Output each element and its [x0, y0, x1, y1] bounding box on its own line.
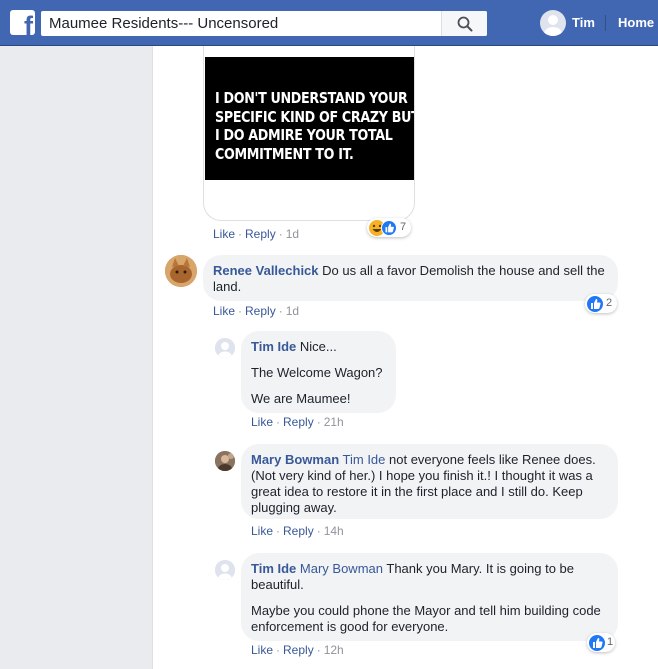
reply-link[interactable]: Reply	[283, 415, 314, 429]
separator: ·	[238, 304, 243, 318]
comment-text: We are Maumee!	[251, 391, 351, 406]
comment-thread: I DON'T UNDERSTAND YOUR SPECIFIC KIND OF…	[152, 46, 658, 669]
separator: ·	[316, 415, 321, 429]
avatar[interactable]	[165, 255, 197, 287]
comment-author[interactable]: Tim Ide	[251, 339, 296, 354]
timestamp[interactable]: 21h	[324, 415, 344, 429]
comment-actions: Like · Reply · 14h	[251, 524, 344, 538]
separator: ·	[316, 643, 321, 657]
comment-author[interactable]: Tim Ide	[251, 561, 296, 576]
search-bar[interactable]: Maumee Residents--- Uncensored	[41, 11, 487, 36]
search-button[interactable]	[441, 11, 487, 36]
comment-text: The Welcome Wagon?	[251, 365, 383, 380]
like-reaction-icon	[381, 219, 397, 236]
mention-link[interactable]: Tim Ide	[343, 452, 386, 467]
comment-text: Nice...	[299, 339, 337, 354]
comment-bubble: Renee Vallechick Do us all a favor Demol…	[203, 255, 618, 301]
profile-name: Tim	[572, 15, 595, 30]
like-link[interactable]: Like	[251, 524, 273, 538]
timestamp[interactable]: 12h	[324, 643, 344, 657]
reaction-summary[interactable]: 2	[585, 294, 617, 313]
facebook-logo-icon[interactable]: f	[10, 10, 35, 35]
separator: ·	[276, 415, 281, 429]
separator: ·	[238, 227, 243, 241]
reply-link[interactable]: Reply	[283, 643, 314, 657]
separator: ·	[276, 643, 281, 657]
reaction-summary[interactable]: 1	[587, 633, 615, 652]
comment-bubble: Mary Bowman Tim Ide not everyone feels l…	[241, 444, 618, 519]
comment-actions: Like · Reply · 1d	[213, 304, 299, 318]
avatar[interactable]	[215, 451, 235, 471]
comment-actions: Like · Reply · 1d	[213, 227, 299, 241]
reply-link[interactable]: Reply	[245, 304, 276, 318]
like-link[interactable]: Like	[251, 415, 273, 429]
meme-image: I DON'T UNDERSTAND YOUR SPECIFIC KIND OF…	[205, 57, 414, 180]
reaction-count: 2	[606, 297, 613, 309]
separator: ·	[276, 524, 281, 538]
separator: ·	[278, 227, 283, 241]
separator: ·	[278, 304, 283, 318]
search-input[interactable]: Maumee Residents--- Uncensored	[49, 15, 278, 32]
home-link[interactable]: Home	[618, 15, 654, 30]
comment-actions: Like · Reply · 21h	[251, 415, 344, 429]
reply-link[interactable]: Reply	[245, 227, 276, 241]
comment-author[interactable]: Renee Vallechick	[213, 263, 319, 278]
meme-text: I DON'T UNDERSTAND YOUR SPECIFIC KIND OF…	[215, 89, 415, 163]
comment-actions: Like · Reply · 12h	[251, 643, 344, 657]
reply-link[interactable]: Reply	[283, 524, 314, 538]
like-reaction-icon	[589, 634, 605, 651]
like-link[interactable]: Like	[251, 643, 273, 657]
avatar	[540, 10, 566, 36]
search-icon	[457, 16, 473, 32]
like-reaction-icon	[587, 295, 603, 312]
reaction-count: 7	[400, 221, 407, 233]
timestamp[interactable]: 1d	[286, 304, 299, 318]
top-navigation-bar: f Maumee Residents--- Uncensored Tim Hom…	[0, 0, 658, 46]
separator: ·	[316, 524, 321, 538]
mention-link[interactable]: Mary Bowman	[300, 561, 383, 576]
comment-bubble: Tim Ide Mary Bowman Thank you Mary. It i…	[241, 553, 618, 641]
comment-author[interactable]: Mary Bowman	[251, 452, 339, 467]
reaction-count: 1	[607, 636, 614, 648]
timestamp[interactable]: 1d	[286, 227, 299, 241]
comment-bubble: Tim Ide Nice... The Welcome Wagon? We ar…	[241, 331, 396, 413]
image-attachment[interactable]: I DON'T UNDERSTAND YOUR SPECIFIC KIND OF…	[203, 46, 415, 221]
timestamp[interactable]: 14h	[324, 524, 344, 538]
like-link[interactable]: Like	[213, 227, 235, 241]
nav-divider	[605, 15, 606, 31]
avatar[interactable]	[215, 560, 235, 580]
reaction-summary[interactable]: 7	[367, 218, 411, 237]
avatar[interactable]	[215, 338, 235, 358]
comment-text: Maybe you could phone the Mayor and tell…	[251, 603, 601, 634]
like-link[interactable]: Like	[213, 304, 235, 318]
